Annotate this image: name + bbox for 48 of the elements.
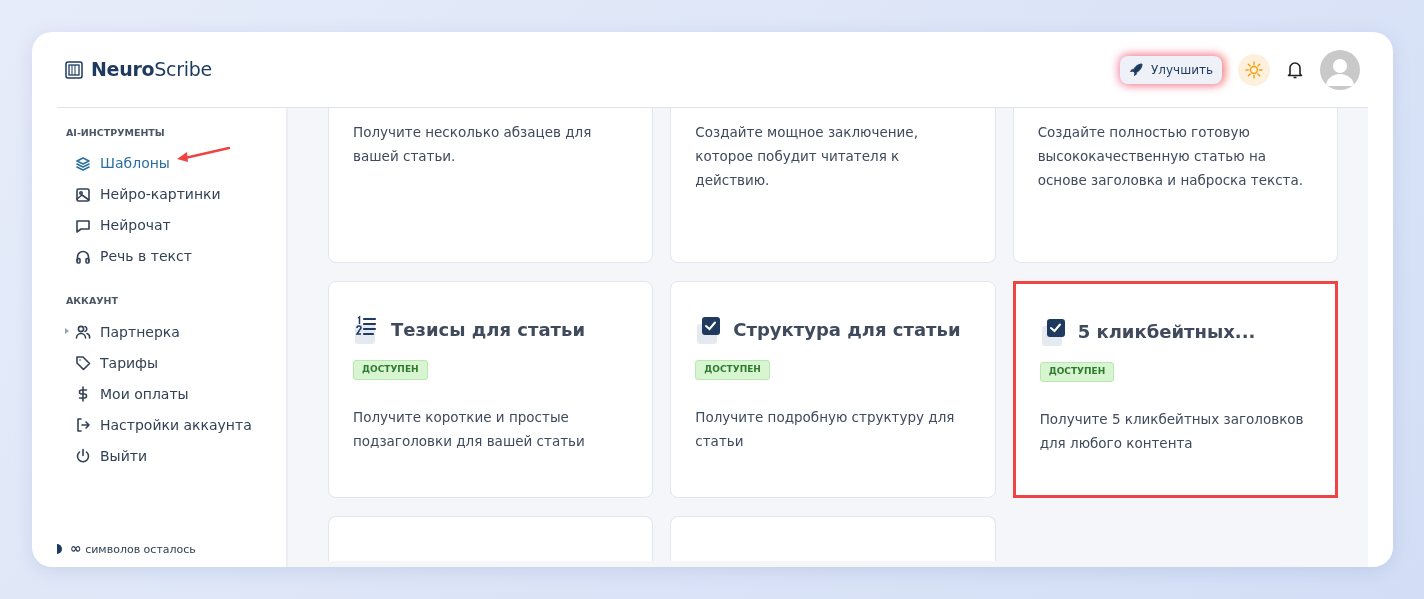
template-card[interactable]	[670, 516, 996, 561]
template-card[interactable]: Тезисы для статьи ДОСТУПЕН Получите короткие и простые подзаголовки для вашей статьи	[328, 281, 654, 498]
app-logo-text: NeuroScribe	[91, 57, 212, 83]
card-title: Структура для статьи	[733, 319, 961, 341]
status-badge: ДОСТУПЕН	[353, 360, 428, 380]
sun-icon	[1245, 60, 1263, 79]
sidebar-item[interactable]: Партнерка	[65, 316, 286, 348]
layers-icon	[75, 155, 91, 172]
template-card[interactable]: Структура для статьи ДОСТУПЕН Получите подробную структуру для статьи	[670, 281, 996, 498]
image-icon	[75, 186, 91, 203]
sidebar-item[interactable]: Нейро-картинки	[65, 179, 286, 211]
tag-icon	[75, 355, 91, 371]
sidebar-item[interactable]: Речь в текст	[65, 241, 286, 273]
card-title: Тезисы для статьи	[391, 319, 585, 341]
sidebar-item[interactable]: Шаблоны	[65, 148, 286, 180]
notification-bell-icon[interactable]	[1286, 59, 1304, 80]
template-card[interactable]: 5 кликбейтных... ДОСТУПЕН Получите 5 кликбейтных заголовков для любого контента	[1012, 281, 1338, 498]
power-icon	[75, 448, 91, 464]
chat-icon	[75, 217, 91, 234]
template-card[interactable]: Получите несколько абзацев для вашей статьи.	[328, 108, 654, 263]
logout-icon	[75, 417, 91, 433]
template-card[interactable]	[328, 516, 654, 561]
template-card[interactable]: Создайте мощное заключение, которое побудит читателя к действию.	[670, 108, 996, 263]
sidebar-item[interactable]: Нейрочат	[65, 210, 286, 242]
logo-icon	[65, 60, 83, 79]
card-description: Получите короткие и простые подзаголовки для вашей статьи	[353, 407, 586, 451]
card-description: Получите несколько абзацев для вашей статьи.	[353, 123, 593, 166]
headphones-icon	[75, 248, 91, 265]
sidebar-item[interactable]: Настройки аккаунта	[65, 409, 286, 441]
card-description: Получите подробную структуру для статьи	[695, 407, 956, 451]
sidebar-item[interactable]: Выйти	[65, 440, 286, 472]
card-description: Получите 5 кликбейтных заголовков для любого контента	[1039, 409, 1305, 453]
card-description: Создайте мощное заключение, которое побудит читателя к действию.	[695, 123, 919, 190]
sidebar-item[interactable]: Мои оплаты	[65, 378, 286, 410]
upgrade-button[interactable]: Улучшить	[1120, 55, 1222, 84]
status-badge: ДОСТУПЕН	[1039, 362, 1115, 382]
section-heading: АККАУНТ	[66, 294, 119, 309]
rocket-icon	[1129, 62, 1143, 77]
user-avatar[interactable]	[1320, 49, 1360, 90]
credits-text: ∞ символов осталось	[70, 539, 196, 558]
users-icon	[75, 324, 91, 340]
theme-toggle-button[interactable]	[1238, 53, 1270, 86]
card-description: Создайте полностью готовую высококачественную статью на основе заголовка и наброска текста.	[1037, 123, 1304, 190]
status-badge: ДОСТУПЕН	[695, 360, 770, 380]
section-heading: AI-ИНСТРУМЕНТЫ	[66, 126, 166, 140]
sidebar-item[interactable]: Тарифы	[65, 347, 286, 379]
template-card[interactable]: Создайте полностью готовую высококачественную статью на основе заголовка и наброска текста.	[1012, 108, 1338, 263]
card-title: 5 кликбейтных...	[1077, 321, 1256, 343]
